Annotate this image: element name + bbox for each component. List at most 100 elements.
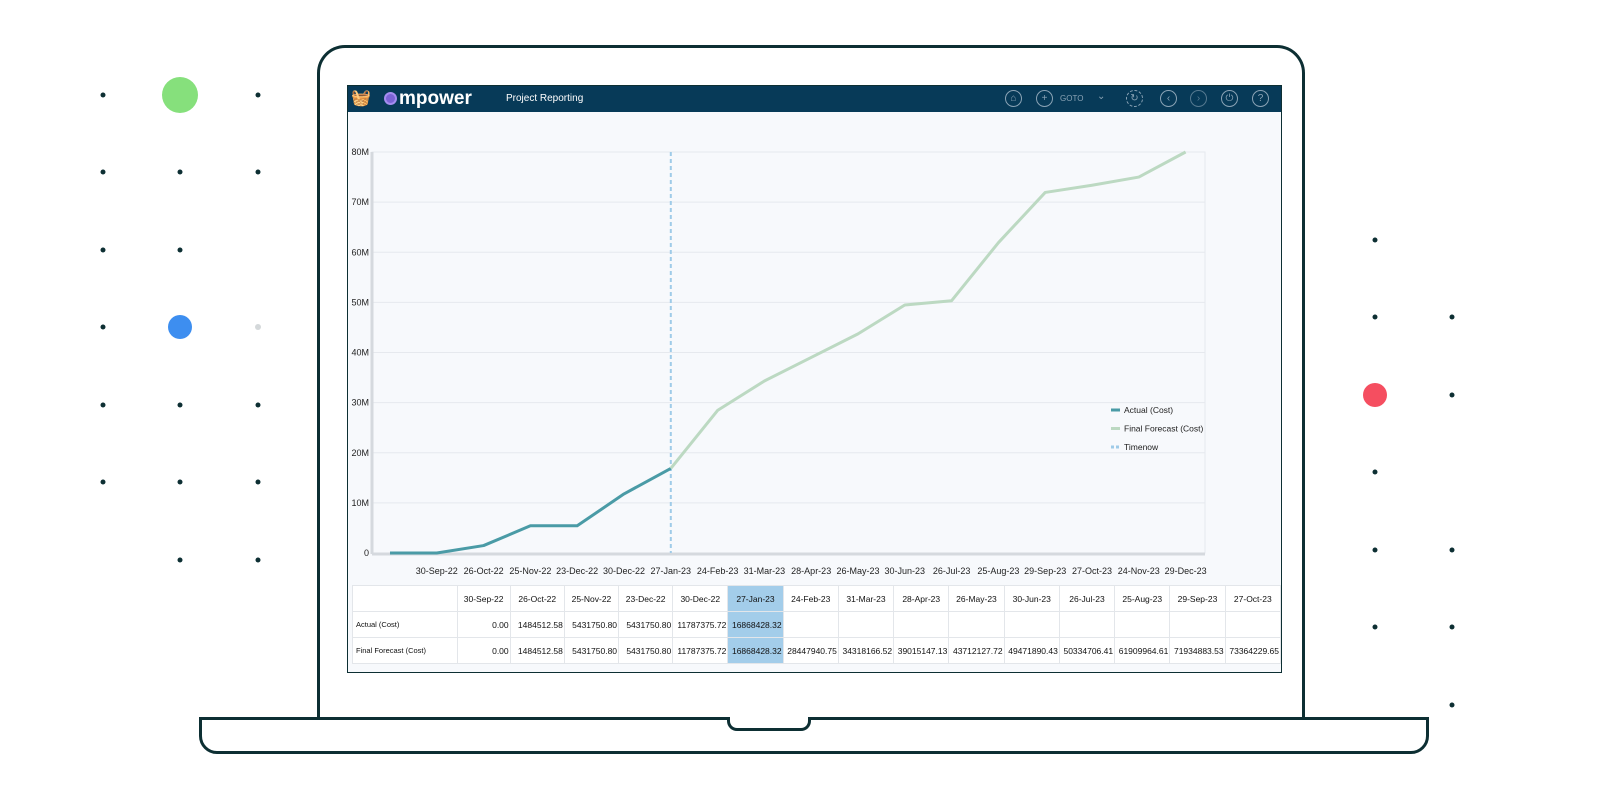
table-cell: 5431750.80 — [618, 611, 674, 638]
table-cell: 71934883.53 — [1169, 637, 1226, 664]
column-header: 30-Jun-23 — [1003, 585, 1060, 612]
table-cell: 5431750.80 — [618, 637, 674, 664]
table-cell — [1058, 611, 1116, 638]
decor-dot — [1372, 469, 1378, 475]
legend-label: Actual (Cost) — [1124, 405, 1173, 415]
y-tick-label: 70M — [351, 197, 369, 207]
table-cell: 49471890.43 — [1003, 637, 1060, 664]
x-tick-label: 26-Jul-23 — [933, 566, 971, 576]
add-icon[interactable]: + — [1036, 90, 1053, 107]
cost-chart: 0 10M 20M 30M 40M 50M 60M 70M 80M 30-Sep-22 26-Oct… — [351, 147, 1207, 576]
table-cell: 16868428.32 — [727, 611, 784, 638]
power-icon[interactable]: ⏻ — [1221, 90, 1238, 107]
home-icon[interactable]: ⌂ — [1005, 90, 1022, 107]
decor-dot — [255, 92, 261, 98]
x-tick-label: 26-Oct-22 — [464, 566, 504, 576]
decor-dot — [100, 169, 106, 175]
column-header: 27-Jan-23 — [727, 585, 784, 612]
y-tick-label: 40M — [351, 348, 369, 358]
column-header: 30-Dec-22 — [672, 585, 729, 612]
column-header: 25-Nov-22 — [563, 585, 620, 612]
decor-dot — [177, 402, 183, 408]
column-header: 24-Feb-23 — [782, 585, 839, 612]
table-cell — [782, 611, 839, 638]
column-header: 30-Sep-22 — [456, 585, 511, 612]
app-title: Project Reporting — [506, 93, 584, 104]
table-cell: 1484512.58 — [509, 637, 565, 664]
laptop-base — [199, 717, 1429, 754]
table-cell: 0.00 — [456, 611, 511, 638]
chevron-down-icon[interactable]: ⌄ — [1097, 91, 1105, 102]
brand-logo[interactable]: mpower — [384, 88, 472, 110]
table-cell: 43712127.72 — [948, 637, 1005, 664]
decor-dot — [1372, 314, 1378, 320]
table-cell: 5431750.80 — [563, 637, 620, 664]
column-header: 28-Apr-23 — [893, 585, 950, 612]
decor-dot — [1372, 237, 1378, 243]
table-cell: 73364229.65 — [1224, 637, 1281, 664]
x-tick-label: 25-Nov-22 — [509, 566, 551, 576]
forward-icon[interactable]: › — [1190, 90, 1207, 107]
x-tick-label: 24-Nov-23 — [1118, 566, 1160, 576]
decor-dot — [1449, 624, 1455, 630]
goto-label[interactable]: GOTO — [1060, 94, 1083, 103]
table-cell — [1169, 611, 1226, 638]
table-cell: 39015147.13 — [893, 637, 950, 664]
decor-dot — [100, 479, 106, 485]
legend-label: Timenow — [1124, 442, 1159, 452]
decor-dot — [255, 557, 261, 563]
decor-dot — [177, 169, 183, 175]
column-header: 23-Dec-22 — [618, 585, 674, 612]
logo-mark — [384, 92, 397, 105]
decor-circle — [168, 315, 192, 339]
table-cell: 50334706.41 — [1058, 637, 1116, 664]
x-tick-label: 30-Jun-23 — [885, 566, 926, 576]
decor-circle — [255, 324, 261, 330]
x-tick-label: 30-Dec-22 — [603, 566, 645, 576]
table-cell — [1224, 611, 1281, 638]
table-cell: 61909964.61 — [1114, 637, 1171, 664]
decor-dot — [1449, 314, 1455, 320]
help-icon[interactable]: ? — [1252, 90, 1269, 107]
decor-dot — [255, 479, 261, 485]
table-cell: 1484512.58 — [509, 611, 565, 638]
app-header: 🧺 mpower Project Reporting ⌂ + GOTO ⌄ ↻ … — [348, 86, 1281, 112]
column-header: 26-Jul-23 — [1058, 585, 1116, 612]
laptop-notch — [727, 717, 811, 731]
table-cell: 0.00 — [456, 637, 511, 664]
decor-dot — [255, 402, 261, 408]
decor-dot — [100, 324, 106, 330]
corner-cell — [352, 585, 458, 612]
column-header: 26-May-23 — [948, 585, 1005, 612]
column-header: 26-Oct-22 — [509, 585, 565, 612]
row-label: Final Forecast (Cost) — [352, 637, 458, 664]
y-tick-label: 20M — [351, 448, 369, 458]
x-tick-label: 24-Feb-23 — [697, 566, 739, 576]
table-cell: 11787375.72 — [672, 611, 729, 638]
back-icon[interactable]: ‹ — [1160, 90, 1177, 107]
basket-icon[interactable]: 🧺 — [351, 89, 371, 109]
table-cell — [948, 611, 1005, 638]
x-tick-label: 29-Dec-23 — [1165, 566, 1207, 576]
x-tick-label: 26-May-23 — [836, 566, 879, 576]
brand-name: mpower — [399, 88, 472, 109]
column-header: 25-Aug-23 — [1114, 585, 1171, 612]
y-tick-label: 50M — [351, 297, 369, 307]
x-tick-label: 25-Aug-23 — [977, 566, 1019, 576]
refresh-icon[interactable]: ↻ — [1126, 90, 1143, 107]
table-cell: 5431750.80 — [563, 611, 620, 638]
decor-dot — [1449, 702, 1455, 708]
decor-circle — [162, 77, 198, 113]
table-cell: 16868428.32 — [727, 637, 784, 664]
column-header: 27-Oct-23 — [1224, 585, 1281, 612]
table-cell — [837, 611, 895, 638]
decor-dot — [177, 479, 183, 485]
table-cell — [893, 611, 950, 638]
x-tick-label: 27-Jan-23 — [651, 566, 692, 576]
app-window: 🧺 mpower Project Reporting ⌂ + GOTO ⌄ ↻ … — [347, 85, 1282, 673]
x-tick-label: 28-Apr-23 — [791, 566, 831, 576]
data-table: 30-Sep-22 26-Oct-22 25-Nov-22 23-Dec-22 30-D… — [352, 585, 1281, 664]
decor-dot — [100, 247, 106, 253]
x-tick-label: 29-Sep-23 — [1024, 566, 1066, 576]
legend-label: Final Forecast (Cost) — [1124, 424, 1204, 434]
